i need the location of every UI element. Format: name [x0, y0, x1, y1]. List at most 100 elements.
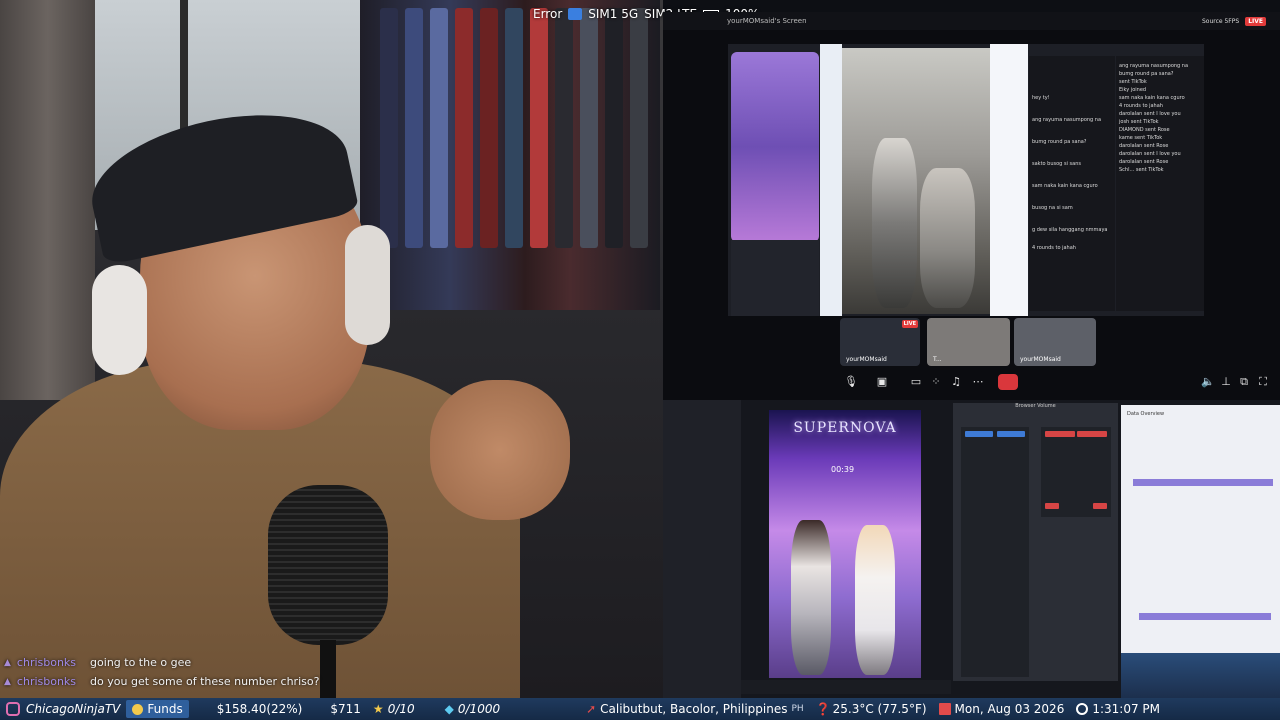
- chat-line: ▲ chrisbonks do you get some of these nu…: [4, 672, 404, 691]
- location-text: Calibutbut, Bacolor, Philippines: [600, 702, 788, 716]
- funds-segment: Funds: [126, 700, 189, 718]
- obs-scene-panel: [663, 400, 741, 698]
- vol-button[interactable]: [1093, 503, 1107, 509]
- date-segment: Mon, Aug 03 2026: [933, 698, 1071, 720]
- windows-taskbar: [1121, 653, 1280, 698]
- participant-tile[interactable]: T...: [927, 318, 1010, 366]
- vol-button[interactable]: [1045, 503, 1059, 509]
- mute-icon[interactable]: 🎙: [843, 374, 859, 390]
- discord-header: yourMOMsaid's Screen Source 5FPS LIVE: [663, 12, 1280, 30]
- shirt: [580, 8, 598, 248]
- phone-preview: [731, 52, 819, 242]
- fullscreen-icon[interactable]: ⛶: [1255, 374, 1271, 390]
- source-badge: Source 5FPS: [1201, 17, 1240, 25]
- webcam-feed: [0, 0, 663, 698]
- country-code: PH: [791, 704, 804, 714]
- date-text: Mon, Aug 03 2026: [954, 702, 1065, 716]
- shirt: [430, 8, 448, 248]
- popout-icon[interactable]: ⧉: [1236, 374, 1252, 390]
- soundboard-icon[interactable]: ♫: [948, 374, 964, 390]
- chat-message: 4 rounds to jahah: [1032, 245, 1076, 251]
- live-chat-right: ang rayuma nasumpong na bumg round pa sa…: [1116, 56, 1204, 311]
- camera-icon[interactable]: ▣: [874, 374, 890, 390]
- browser-panel: [990, 44, 1028, 316]
- chat-message: 4 rounds to jahah: [1119, 103, 1163, 109]
- dancer: [855, 525, 895, 675]
- headphone-left: [92, 265, 147, 375]
- chat-message: sent TikTok: [1119, 79, 1147, 85]
- shirt: [405, 8, 423, 248]
- location-segment: ➚ Calibutbut, Bacolor, Philippines PH: [580, 698, 810, 720]
- participant-name: T...: [933, 356, 942, 363]
- shirt: [455, 8, 473, 248]
- browser-strip: [820, 44, 842, 316]
- pin-icon[interactable]: ⊥: [1218, 374, 1234, 390]
- chat-message: darolalan sent Rose: [1119, 159, 1169, 165]
- chat-message: g dew sila hanggang nmmaya: [1032, 227, 1108, 233]
- activities-icon[interactable]: ⁘: [928, 374, 944, 390]
- person-hand: [430, 380, 570, 520]
- volume-list: [961, 427, 1029, 677]
- chat-message: sam naka kain kana cguro: [1119, 95, 1185, 101]
- calendar-icon: [938, 703, 951, 715]
- battle-timer: 00:39: [831, 465, 855, 474]
- volume-title: Browser Volume: [1015, 403, 1056, 409]
- chat-message: going to the o gee: [90, 656, 192, 669]
- vol-button[interactable]: [997, 431, 1025, 437]
- coin-icon: [132, 703, 144, 715]
- dashboard-tab[interactable]: [1133, 479, 1273, 486]
- chat-message: DIAMOND sent Rose: [1119, 127, 1170, 133]
- obs-sources-panel: [731, 240, 819, 316]
- thermometer-icon: ❓: [815, 702, 831, 716]
- clothes-rack: [360, 0, 660, 310]
- screen-owner: yourMOMsaid's Screen: [727, 17, 807, 25]
- chat-message: darolalan sent Rose: [1119, 143, 1169, 149]
- vol-button[interactable]: [1045, 431, 1075, 437]
- temperature-segment: ❓ 25.3°C (77.5°F): [810, 698, 933, 720]
- live-badge: LIVE: [1245, 16, 1266, 26]
- participant-name: yourMOMsaid: [846, 356, 887, 363]
- stars-value: 0/10: [387, 702, 415, 716]
- chat-message: josh sent TikTok: [1119, 119, 1159, 125]
- live-badge: LIVE: [901, 320, 918, 328]
- live-chat-left: hey ty! ang rayuma nasumpong na bumg rou…: [1029, 56, 1115, 311]
- video-controls[interactable]: [741, 680, 951, 694]
- chat-message: sakto busog si sans: [1032, 161, 1081, 167]
- screen-share-icon[interactable]: ▭: [908, 374, 924, 390]
- chat-caret-icon: ▲: [4, 657, 11, 668]
- error-text: Error: [533, 7, 563, 21]
- time-segment: 1:31:07 PM: [1070, 698, 1166, 720]
- chat-message: Eiky joined: [1119, 87, 1147, 93]
- microphone: [268, 485, 388, 645]
- chat-message: hey ty!: [1032, 95, 1050, 101]
- channel-segment: ChicagoNinjaTV: [0, 698, 126, 720]
- funds-label: Funds: [147, 702, 183, 716]
- clock-icon: [1076, 703, 1089, 715]
- vol-button[interactable]: [1077, 431, 1107, 437]
- shirt: [630, 8, 648, 248]
- diamonds-segment: ◆ 0/1000: [439, 698, 506, 720]
- amount-value: $711: [330, 702, 361, 716]
- curtain: [0, 0, 95, 400]
- star-icon: ★: [372, 702, 384, 716]
- dashboard-window: Data Overview: [1121, 405, 1280, 653]
- dashboard-tab[interactable]: [1139, 613, 1271, 620]
- shirt: [555, 8, 573, 248]
- volume-icon[interactable]: 🔈: [1200, 374, 1216, 390]
- more-icon[interactable]: ⋯: [970, 374, 986, 390]
- network-icon: [568, 8, 583, 20]
- chat-username: chrisbonks: [16, 656, 77, 669]
- chat-message: sam naka kain kana cguro: [1032, 183, 1098, 189]
- channel-name: ChicagoNinjaTV: [26, 702, 121, 716]
- disconnect-button[interactable]: [998, 374, 1018, 390]
- vol-button[interactable]: [965, 431, 993, 437]
- location-pin-icon: ➚: [586, 702, 597, 716]
- time-text: 1:31:07 PM: [1092, 702, 1161, 716]
- chat-message: Schl... sent TikTok: [1119, 167, 1164, 173]
- volume-controls: [1041, 427, 1111, 517]
- participant-tile[interactable]: yourMOMsaid: [1014, 318, 1096, 366]
- participant-tile[interactable]: LIVE yourMOMsaid: [840, 318, 920, 366]
- shirt: [605, 8, 623, 248]
- funds-value: $158.40(22%): [216, 702, 303, 716]
- stars-segment: ★ 0/10: [367, 698, 421, 720]
